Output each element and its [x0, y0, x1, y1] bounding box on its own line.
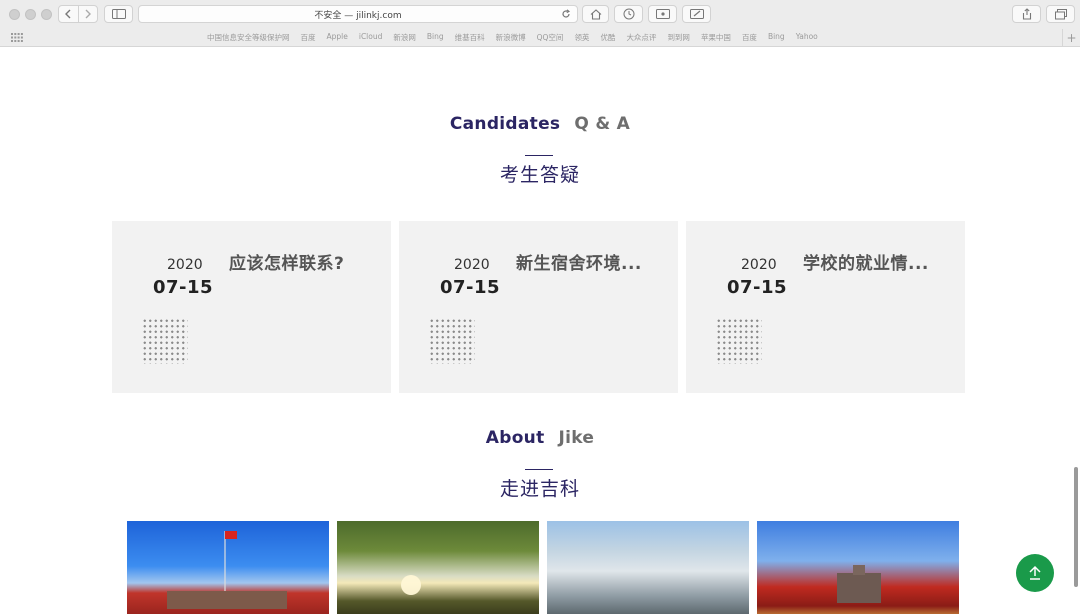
- favorite-link[interactable]: 领英: [574, 32, 589, 43]
- chevron-left-icon: [65, 9, 71, 19]
- history-nav: [58, 5, 98, 23]
- campus-photo-red-trees[interactable]: [757, 521, 959, 614]
- flagpole-illustration: [167, 531, 287, 609]
- pen-icon: [689, 9, 704, 19]
- favorite-link[interactable]: 新浪网: [393, 32, 416, 43]
- tabs-overview-button[interactable]: [1046, 5, 1075, 23]
- favorite-link[interactable]: 中国信息安全等级保护网: [207, 32, 290, 43]
- card-year: 2020: [741, 257, 777, 273]
- chevron-right-icon: [85, 9, 91, 19]
- scroll-thumb[interactable]: [1074, 467, 1078, 587]
- campus-photo-sunset-trees[interactable]: [337, 521, 539, 614]
- favorite-link[interactable]: 大众点评: [626, 32, 656, 43]
- qa-section-subtitle: 考生答疑: [499, 164, 580, 186]
- tabs-icon: [1054, 8, 1067, 19]
- clock-icon: [623, 8, 634, 20]
- card-question[interactable]: 学校的就业情...: [803, 249, 929, 274]
- qa-card[interactable]: 2020 07-15 应该怎样联系?: [112, 221, 391, 393]
- zoom-window-button[interactable]: [41, 9, 52, 20]
- campus-photo-flag-building[interactable]: [127, 521, 329, 614]
- card-question[interactable]: 新生宿舍环境...: [516, 249, 642, 274]
- screenshot-button[interactable]: [648, 5, 677, 23]
- dot-pattern-decoration: [716, 318, 762, 364]
- card-question[interactable]: 应该怎样联系?: [229, 249, 344, 274]
- about-section-title: About Jike: [0, 428, 1080, 448]
- building-illustration: [837, 565, 881, 603]
- favorite-link[interactable]: 苹果中国: [701, 32, 731, 43]
- sun-illustration: [401, 575, 421, 595]
- share-icon: [1022, 8, 1031, 20]
- card-year: 2020: [167, 257, 203, 273]
- campus-photo-gallery: [127, 521, 959, 614]
- page-scrollbar[interactable]: [1072, 47, 1080, 614]
- camera-icon: [655, 9, 670, 19]
- favorite-link[interactable]: Bing: [427, 32, 444, 43]
- card-date: 07-15: [440, 277, 501, 298]
- share-button[interactable]: [1012, 5, 1041, 23]
- forward-button[interactable]: [77, 6, 98, 22]
- favorite-link[interactable]: Bing: [768, 32, 785, 43]
- grid-icon[interactable]: [11, 33, 23, 42]
- home-icon: [590, 8, 601, 20]
- campus-photo-snowy-trees[interactable]: [547, 521, 749, 614]
- favorites-bar: 中国信息安全等级保护网 百度 Apple iCloud 新浪网 Bing 维基百…: [0, 29, 1080, 47]
- favorite-link[interactable]: 新浪微博: [496, 32, 526, 43]
- back-button[interactable]: [59, 6, 78, 22]
- dot-pattern-decoration: [142, 318, 188, 364]
- minimize-window-button[interactable]: [25, 9, 36, 20]
- qa-card[interactable]: 2020 07-15 新生宿舍环境...: [399, 221, 678, 393]
- favorite-link[interactable]: QQ空间: [537, 32, 564, 43]
- favorite-link[interactable]: 维基百科: [455, 32, 485, 43]
- card-date: 07-15: [153, 277, 214, 298]
- qa-card-list: 2020 07-15 应该怎样联系? 2020 07-15 新生宿舍环境... …: [112, 221, 965, 393]
- card-year: 2020: [454, 257, 490, 273]
- page-viewport: Candidates Q & A 考生答疑 2020 07-15 应该怎样联系? …: [0, 47, 1080, 614]
- favorite-link[interactable]: 百度: [742, 32, 757, 43]
- history-button[interactable]: [614, 5, 643, 23]
- home-button[interactable]: [582, 5, 609, 23]
- favorite-link[interactable]: Apple: [327, 32, 348, 43]
- favorite-link[interactable]: 到到网: [667, 32, 690, 43]
- sidebar-icon: [111, 9, 126, 19]
- back-to-top-button[interactable]: [1016, 554, 1054, 592]
- favorites-list: 中国信息安全等级保护网 百度 Apple iCloud 新浪网 Bing 维基百…: [207, 32, 818, 43]
- qa-card[interactable]: 2020 07-15 学校的就业情...: [686, 221, 965, 393]
- sidebar-button[interactable]: [104, 5, 133, 23]
- favorite-link[interactable]: 百度: [301, 32, 316, 43]
- about-title-divider: [525, 469, 553, 470]
- address-text: 不安全 — jilinkj.com: [314, 10, 402, 21]
- qa-title-light: Q & A: [574, 114, 631, 134]
- address-bar[interactable]: 不安全 — jilinkj.com: [138, 5, 578, 23]
- plus-icon: +: [1066, 31, 1077, 45]
- favorite-link[interactable]: Yahoo: [796, 32, 818, 43]
- about-title-light: Jike: [558, 428, 595, 448]
- arrow-up-icon: [1029, 565, 1041, 580]
- qa-section-title: Candidates Q & A: [0, 114, 1080, 134]
- about-section-subtitle: 走进吉科: [499, 478, 580, 500]
- reload-icon[interactable]: [561, 9, 571, 19]
- about-title-strong: About: [485, 428, 545, 448]
- qa-title-strong: Candidates: [449, 114, 561, 134]
- favorite-link[interactable]: 优酷: [600, 32, 615, 43]
- qa-title-divider: [525, 155, 553, 156]
- annotate-button[interactable]: [682, 5, 711, 23]
- new-tab-button[interactable]: +: [1062, 29, 1080, 47]
- dot-pattern-decoration: [429, 318, 475, 364]
- favorite-link[interactable]: iCloud: [359, 32, 383, 43]
- browser-toolbar: 不安全 — jilinkj.com: [0, 0, 1080, 29]
- card-date: 07-15: [727, 277, 788, 298]
- close-window-button[interactable]: [9, 9, 20, 20]
